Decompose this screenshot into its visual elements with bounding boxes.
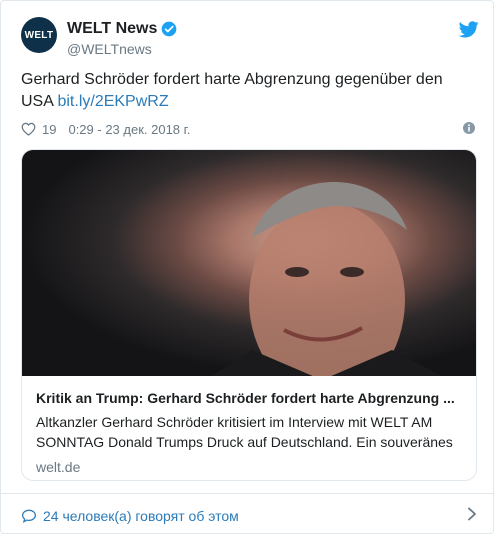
card-body: Kritik an Trump: Gerhard Schröder forder…	[36, 388, 466, 476]
card-image[interactable]	[22, 150, 476, 398]
card-domain: welt.de	[36, 459, 81, 475]
tweet-footer[interactable]: 24 человек(а) говорят об этом	[1, 493, 494, 534]
author-names[interactable]: WELT News @WELTnews	[67, 19, 177, 58]
card-description: Altkanzler Gerhard Schröder kritisiert i…	[36, 414, 453, 450]
avatar[interactable]: WELT	[21, 17, 57, 53]
display-name[interactable]: WELT News	[67, 19, 177, 39]
tweet-link[interactable]: bit.ly/2EKPwRZ	[57, 93, 168, 110]
portrait-photo	[212, 182, 442, 398]
tweet-text: Gerhard Schröder fordert harte Abgrenzun…	[21, 69, 475, 113]
card-title[interactable]: Kritik an Trump: Gerhard Schröder forder…	[36, 388, 466, 408]
tweet-meta: 19 0:29 - 23 дек. 2018 г.	[21, 119, 475, 139]
speech-bubble-icon	[21, 509, 37, 523]
display-name-text: WELT News	[67, 20, 158, 37]
like-count[interactable]: 19	[42, 122, 56, 137]
avatar-logo-text: WELT	[24, 29, 54, 41]
handle[interactable]: @WELTnews	[67, 40, 177, 58]
tweet-header: WELT WELT News @WELTnews	[21, 17, 479, 61]
verified-icon	[162, 21, 177, 37]
embedded-tweet: WELT WELT News @WELTnews Gerhard Schröde…	[0, 0, 494, 534]
heart-icon[interactable]	[21, 122, 36, 136]
twitter-bird-icon[interactable]	[459, 21, 479, 38]
chevron-right-icon[interactable]	[467, 507, 477, 521]
link-card[interactable]: Kritik an Trump: Gerhard Schröder forder…	[21, 149, 477, 481]
timestamp[interactable]: 0:29 - 23 дек. 2018 г.	[68, 122, 190, 137]
info-icon[interactable]	[463, 122, 475, 134]
conversation-count[interactable]: 24 человек(а) говорят об этом	[43, 508, 239, 524]
conversation-link[interactable]: 24 человек(а) говорят об этом	[21, 508, 239, 524]
